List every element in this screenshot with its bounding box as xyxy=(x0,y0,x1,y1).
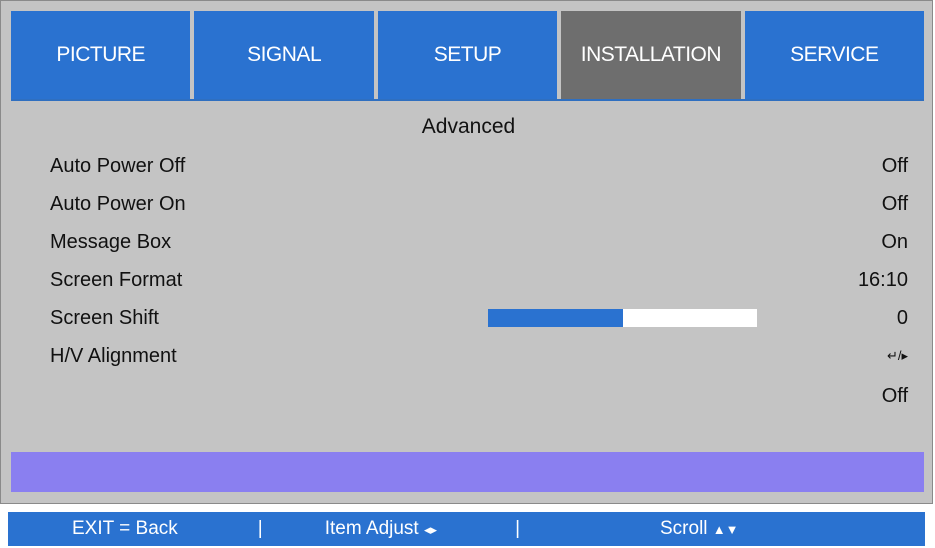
menu-row-value: Off xyxy=(881,192,908,215)
tab-installation[interactable]: INSTALLATION xyxy=(561,11,741,99)
screen-shift-slider[interactable] xyxy=(488,309,757,327)
screen-shift-slider-fill xyxy=(488,309,623,327)
menu-row-value: Off xyxy=(881,154,908,177)
footer-separator: | xyxy=(257,518,263,539)
footer-bar: EXIT = Back | Item Adjust ◂▸ | Scroll ▲▼ xyxy=(8,512,925,546)
menu-row-label: Auto Power On xyxy=(50,192,186,215)
menu-row-label: Auto Power Off xyxy=(50,154,186,177)
footer-scroll-label: Scroll xyxy=(660,518,708,539)
tab-bar: PICTURE SIGNAL SETUP INSTALLATION SERVIC… xyxy=(11,11,925,99)
footer-separator: | xyxy=(515,518,520,539)
section-title: Advanced xyxy=(421,115,516,138)
menu-row-screen-format[interactable]: Screen Format 16:10 xyxy=(50,265,908,295)
osd-menu-panel: PICTURE SIGNAL SETUP INSTALLATION SERVIC… xyxy=(0,0,933,504)
menu-row-label: Screen Shift xyxy=(50,306,159,329)
menu-row-value: 0 xyxy=(896,306,908,329)
footer-item-adjust-hint: Item Adjust ◂▸ xyxy=(325,518,437,540)
footer-scroll-hint: Scroll ▲▼ xyxy=(660,518,739,540)
menu-row-hv-alignment[interactable]: H/V Alignment ↵/▸ xyxy=(50,341,908,371)
menu-row-label: H/V Alignment xyxy=(50,344,177,367)
menu-row-auto-power-on[interactable]: Auto Power On Off xyxy=(50,189,908,219)
menu-row-auto-power-off[interactable]: Auto Power Off Off xyxy=(50,151,908,181)
menu-row-value: Off xyxy=(881,384,908,407)
menu-row-unlabeled[interactable]: Off xyxy=(50,381,908,411)
tab-divider xyxy=(11,99,924,101)
tab-picture[interactable]: PICTURE xyxy=(11,11,191,99)
tab-setup[interactable]: SETUP xyxy=(377,11,558,99)
highlight-band xyxy=(11,452,924,492)
tab-service[interactable]: SERVICE xyxy=(744,11,925,99)
enter-right-icon: ↵/▸ xyxy=(886,348,908,363)
menu-row-message-box[interactable]: Message Box On xyxy=(50,227,908,257)
left-right-arrows-icon: ◂▸ xyxy=(424,522,438,537)
menu-row-value: 16:10 xyxy=(857,268,908,291)
up-down-arrows-icon: ▲▼ xyxy=(712,522,739,537)
footer-exit-hint: EXIT = Back xyxy=(72,518,178,539)
footer-item-adjust-label: Item Adjust xyxy=(324,518,419,539)
menu-row-screen-shift[interactable]: Screen Shift 0 xyxy=(50,303,908,333)
menu-row-label: Screen Format xyxy=(50,268,183,291)
menu-row-label: Message Box xyxy=(50,230,172,253)
menu-row-value: On xyxy=(881,230,908,253)
tab-signal[interactable]: SIGNAL xyxy=(194,11,374,99)
